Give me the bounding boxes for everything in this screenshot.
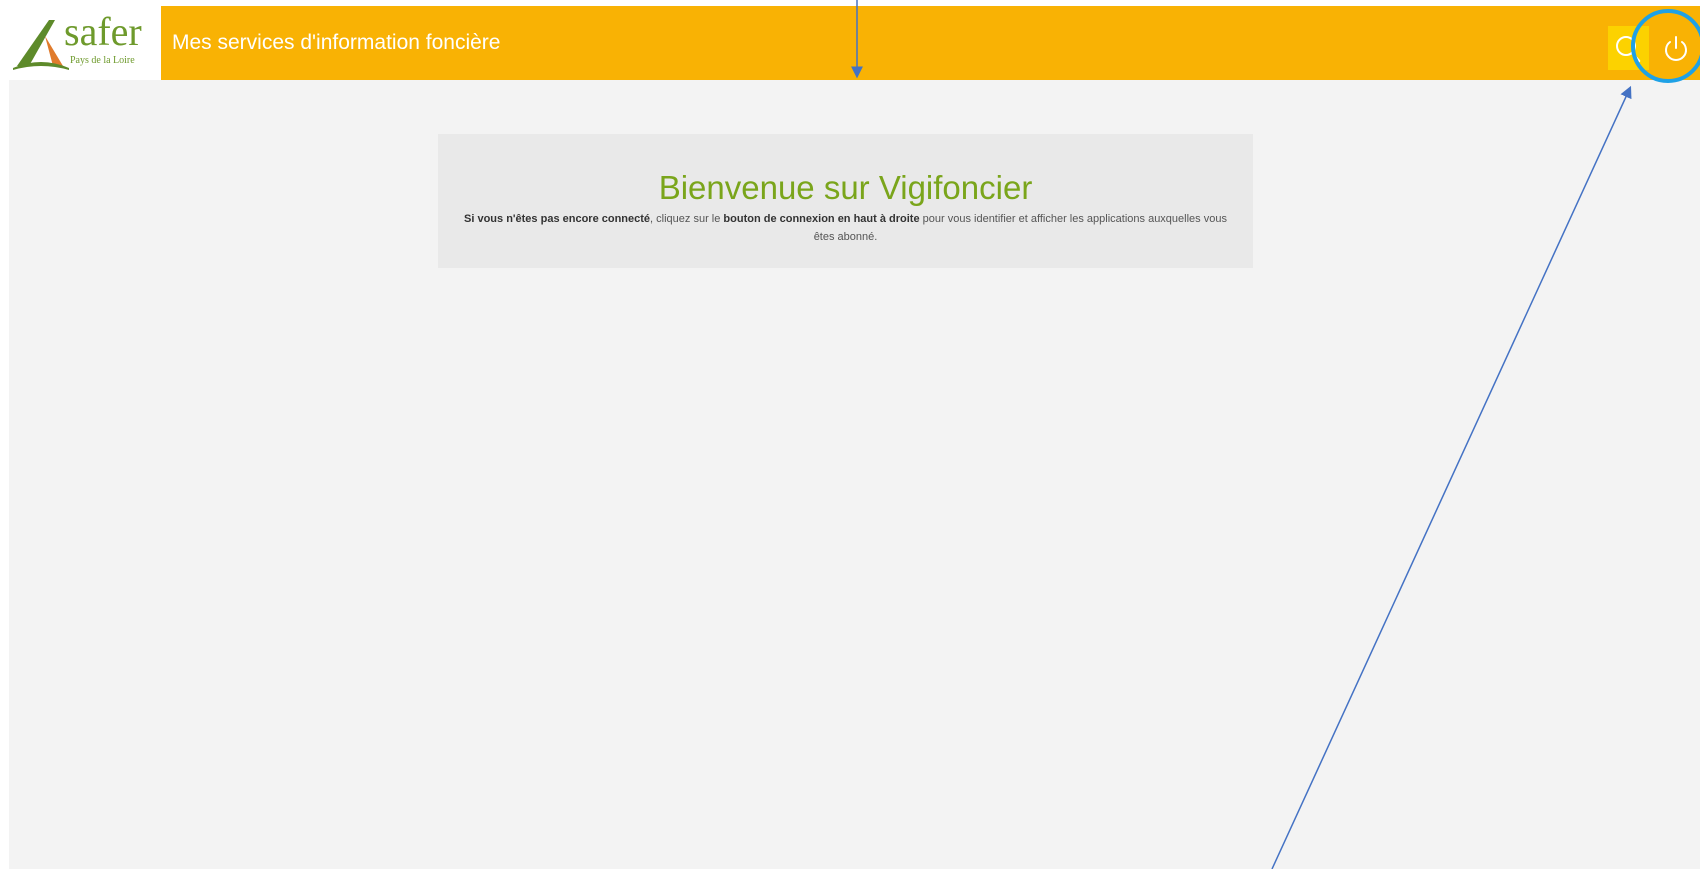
logo-subtitle: Pays de la Loire <box>70 55 135 66</box>
welcome-strong-login-button: bouton de connexion en haut à droite <box>723 213 920 225</box>
login-power-button[interactable] <box>1654 26 1698 70</box>
welcome-title: Bienvenue sur Vigifoncier <box>658 169 1033 206</box>
logo-wordmark: safer <box>64 9 142 54</box>
welcome-message: Si vous n'êtes pas encore connecté, cliq… <box>461 210 1231 246</box>
welcome-text-part-1: , cliquez sur le <box>650 213 724 225</box>
search-button[interactable] <box>1608 26 1649 70</box>
power-icon <box>1665 36 1687 61</box>
welcome-strong-not-connected: Si vous n'êtes pas encore connecté <box>464 213 651 225</box>
header-bar: Mes services d'information foncière <box>161 6 1700 80</box>
search-icon <box>1616 36 1641 63</box>
safer-logo[interactable]: safer Pays de la Loire <box>9 6 161 80</box>
page-title: Mes services d'information foncière <box>172 31 501 54</box>
welcome-panel: Bienvenue sur Vigifoncier Si vous n'êtes… <box>438 134 1253 268</box>
